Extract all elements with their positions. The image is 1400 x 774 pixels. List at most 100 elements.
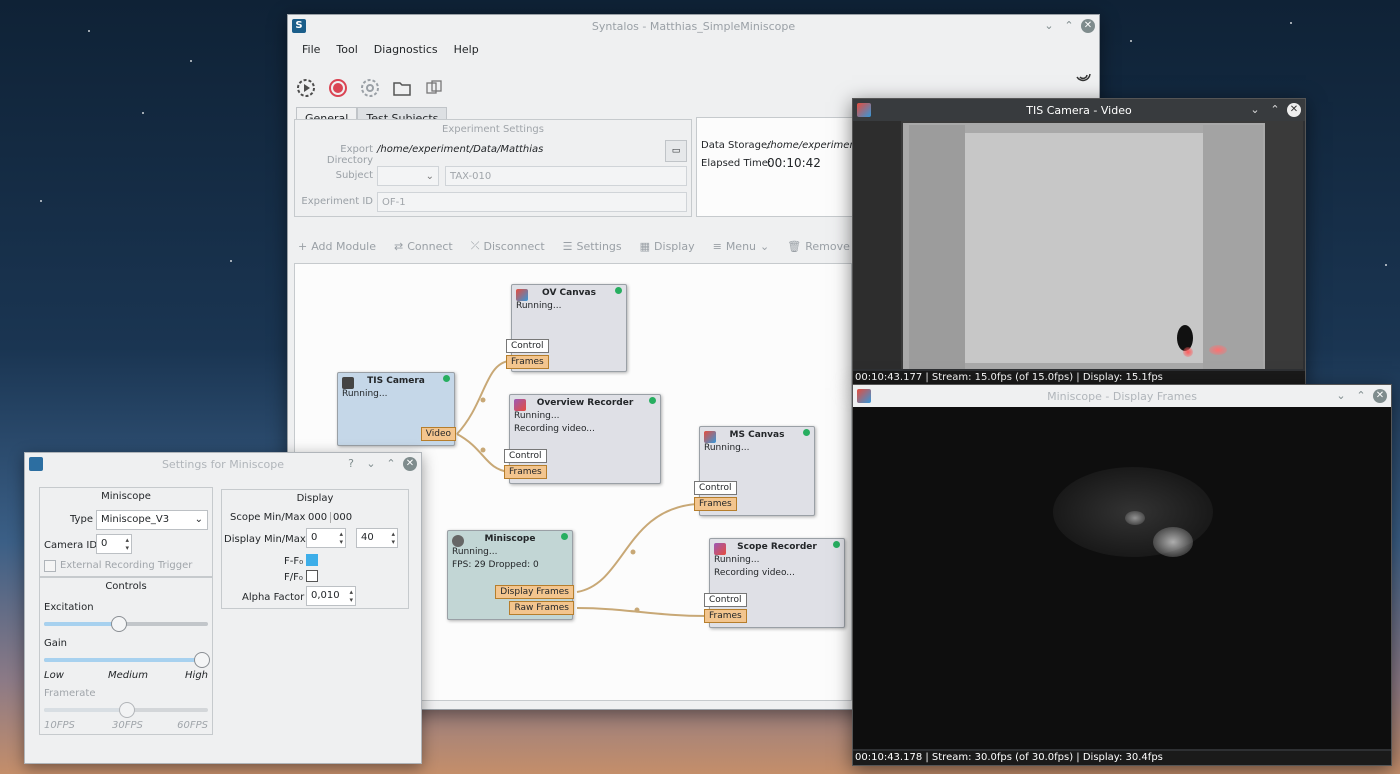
port-control[interactable]: Control — [704, 593, 747, 607]
miniscope-display-titlebar[interactable]: Miniscope - Display Frames ⌄ ⌃ ✕ — [853, 385, 1391, 407]
miniscope-settings-window: Settings for Miniscope ? ⌄ ⌃ ✕ Miniscope… — [24, 452, 422, 764]
f-over-f0-checkbox[interactable] — [306, 570, 318, 582]
camera-id-spinbox[interactable]: 0 ▴ ▾ — [96, 534, 132, 554]
ff0-checkbox[interactable] — [306, 554, 318, 566]
port-frames[interactable]: Frames — [506, 355, 549, 369]
save-board-icon[interactable] — [422, 76, 446, 100]
menu-tool[interactable]: Tool — [328, 39, 365, 60]
star — [1130, 40, 1132, 42]
connect-button[interactable]: ⇄ Connect — [394, 239, 453, 253]
minimize-icon[interactable]: ⌄ — [363, 456, 379, 472]
menu-help[interactable]: Help — [446, 39, 487, 60]
port-raw-frames[interactable]: Raw Frames — [509, 601, 574, 615]
gain-label: Gain — [44, 638, 67, 649]
node-title: Scope Recorder — [737, 542, 817, 552]
miniscope-group: Miniscope Type Miniscope_V3 ⌄ Camera ID … — [39, 487, 213, 577]
ff0-label: F-F₀ — [284, 556, 304, 567]
menu-button[interactable]: ≡ Menu ⌄ — [713, 239, 770, 253]
alpha-factor-label: Alpha Factor — [242, 592, 305, 603]
excitation-slider[interactable] — [44, 616, 208, 632]
settings-titlebar[interactable]: Settings for Miniscope ? ⌄ ⌃ ✕ — [25, 453, 421, 475]
subject-select[interactable]: ⌄ — [377, 166, 439, 186]
record-icon[interactable] — [326, 76, 350, 100]
framerate-10-label: 10FPS — [44, 720, 75, 731]
miniscope-group-title: Miniscope — [101, 491, 151, 502]
disconnect-button[interactable]: ⤫ Disconnect — [471, 239, 545, 253]
connect-icon: ⇄ — [394, 239, 404, 253]
settings-app-icon — [29, 457, 43, 471]
main-titlebar[interactable]: S Syntalos - Matthias_SimpleMiniscope ⌄ … — [288, 15, 1099, 37]
browse-folder-button[interactable]: ▭ — [665, 140, 687, 162]
open-folder-icon[interactable] — [390, 76, 414, 100]
node-ov-canvas[interactable]: OV Canvas Running... Control Frames — [506, 284, 627, 372]
node-tis-camera[interactable]: TIS Camera Running... Video — [337, 372, 456, 446]
export-directory-value: /home/experiment/Data/Matthias — [377, 144, 544, 155]
camera-icon — [342, 377, 354, 389]
framerate-slider[interactable] — [44, 702, 208, 718]
node-scope-recorder[interactable]: Scope Recorder Running... Recording vide… — [704, 538, 845, 628]
close-icon[interactable]: ✕ — [403, 457, 417, 471]
trash-icon: 🗑 — [787, 239, 802, 253]
plus-icon: + — [298, 239, 308, 253]
controls-group-title: Controls — [105, 581, 147, 592]
display-button[interactable]: ▦ Display — [640, 239, 695, 253]
close-icon[interactable]: ✕ — [1373, 389, 1387, 403]
port-frames[interactable]: Frames — [504, 465, 547, 479]
port-frames[interactable]: Frames — [694, 497, 737, 511]
minimize-icon[interactable]: ⌄ — [1041, 18, 1057, 34]
minimize-icon[interactable]: ⌄ — [1333, 388, 1349, 404]
tis-video-title: TIS Camera - Video — [1026, 103, 1132, 117]
star — [1385, 264, 1387, 266]
menu-diagnostics[interactable]: Diagnostics — [366, 39, 446, 60]
menubar: File Tool Diagnostics Help — [294, 39, 487, 60]
maximize-icon[interactable]: ⌃ — [1353, 388, 1369, 404]
port-control[interactable]: Control — [694, 481, 737, 495]
tis-video-status: 00:10:43.177 | Stream: 15.0fps (of 15.0f… — [853, 371, 1305, 385]
elapsed-time-label: Elapsed Time: — [701, 158, 772, 169]
port-control[interactable]: Control — [506, 339, 549, 353]
port-display-frames[interactable]: Display Frames — [495, 585, 574, 599]
main-window-title: Syntalos - Matthias_SimpleMiniscope — [591, 19, 796, 33]
maximize-icon[interactable]: ⌃ — [1267, 102, 1283, 118]
display-max-spinbox[interactable]: 40 ▴ ▾ — [356, 528, 398, 548]
settings-gear-icon[interactable] — [358, 76, 382, 100]
node-miniscope[interactable]: Miniscope Running... FPS: 29 Dropped: 0 … — [447, 530, 574, 620]
display-min-spinbox[interactable]: 0 ▴ ▾ — [306, 528, 346, 548]
node-overview-recorder[interactable]: Overview Recorder Running... Recording v… — [504, 394, 661, 484]
star — [88, 30, 90, 32]
add-module-button[interactable]: + Add Module — [298, 239, 376, 253]
star — [190, 60, 192, 62]
node-title: Overview Recorder — [536, 398, 634, 408]
help-icon[interactable]: ? — [343, 456, 359, 472]
node-fps: FPS: 29 Dropped: 0 — [452, 560, 539, 570]
experiment-id-field[interactable]: OF-1 — [377, 192, 687, 212]
external-trigger-checkbox[interactable] — [44, 560, 56, 572]
close-icon[interactable]: ✕ — [1287, 103, 1301, 117]
menu-file[interactable]: File — [294, 39, 328, 60]
subject-id-field[interactable]: TAX-010 — [445, 166, 687, 186]
display-group-title: Display — [296, 493, 334, 504]
node-status: Running... — [342, 389, 388, 399]
port-frames[interactable]: Frames — [704, 609, 747, 623]
maximize-icon[interactable]: ⌃ — [383, 456, 399, 472]
port-video[interactable]: Video — [420, 427, 456, 441]
type-select[interactable]: Miniscope_V3 ⌄ — [96, 510, 208, 530]
settings-button[interactable]: ☰ Settings — [563, 239, 622, 253]
miniscope-frame — [853, 407, 1391, 749]
close-icon[interactable]: ✕ — [1081, 19, 1095, 33]
port-control[interactable]: Control — [504, 449, 547, 463]
tis-video-titlebar[interactable]: TIS Camera - Video ⌄ ⌃ ✕ — [853, 99, 1305, 121]
chevron-down-icon: ⌄ — [194, 514, 203, 525]
run-icon[interactable] — [294, 76, 318, 100]
remove-button[interactable]: 🗑 Remove — [787, 239, 850, 253]
settings-title: Settings for Miniscope — [161, 457, 285, 471]
display-icon: ▦ — [639, 239, 651, 253]
minimize-icon[interactable]: ⌄ — [1247, 102, 1263, 118]
miniscope-icon — [452, 535, 464, 547]
maximize-icon[interactable]: ⌃ — [1061, 18, 1077, 34]
alpha-factor-spinbox[interactable]: 0,010 ▴ ▾ — [306, 586, 356, 606]
experiment-settings-title: Experiment Settings — [442, 124, 544, 135]
node-ms-canvas[interactable]: MS Canvas Running... Control Frames — [694, 426, 815, 516]
gain-slider[interactable] — [44, 652, 210, 668]
main-toolbar — [294, 73, 446, 103]
